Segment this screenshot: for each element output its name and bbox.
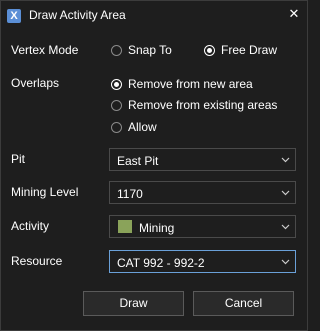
activity-color-swatch [118,220,132,233]
radio-free-draw[interactable]: Free Draw [204,42,277,58]
resource-select[interactable]: CAT 992 - 992-2 [109,250,296,273]
chevron-down-icon [281,224,290,230]
draw-activity-area-dialog: X Draw Activity Area ✕ Vertex Mode Snap … [0,0,308,331]
radio-circle [111,44,122,56]
activity-select-value: Mining [139,221,175,235]
close-button[interactable]: ✕ [281,1,307,27]
radio-circle [111,121,122,133]
radio-remove-from-new-area[interactable]: Remove from new area [111,76,253,92]
radio-snap-to[interactable]: Snap To [111,42,172,58]
chevron-down-icon [281,190,290,196]
app-icon: X [7,9,21,23]
radio-remove-from-existing-areas-label: Remove from existing areas [128,98,278,112]
pit-select[interactable]: East Pit [109,148,296,171]
overlaps-label: Overlaps [11,76,60,90]
radio-allow[interactable]: Allow [111,119,157,135]
mining-level-select[interactable]: 1170 [109,181,296,204]
chevron-down-icon [281,259,290,265]
draw-button[interactable]: Draw [83,291,184,316]
radio-remove-from-existing-areas[interactable]: Remove from existing areas [111,97,277,113]
mining-level-select-value: 1170 [117,187,143,201]
title-bar: X Draw Activity Area ✕ [1,1,307,31]
radio-circle [204,44,215,56]
radio-remove-from-new-area-label: Remove from new area [128,77,253,91]
activity-select[interactable]: Mining [109,215,296,238]
cancel-button[interactable]: Cancel [193,291,294,316]
radio-circle [111,99,122,111]
pit-select-value: East Pit [117,154,159,168]
radio-circle [111,78,122,90]
pit-label: Pit [11,152,26,166]
close-icon: ✕ [288,6,300,21]
chevron-down-icon [281,157,290,163]
resource-label: Resource [11,254,63,268]
mining-level-label: Mining Level [11,185,79,199]
radio-snap-to-label: Snap To [128,43,172,57]
radio-allow-label: Allow [128,120,157,134]
radio-free-draw-label: Free Draw [221,43,278,57]
activity-label: Activity [11,219,50,233]
window-title: Draw Activity Area [29,8,126,22]
vertex-mode-label: Vertex Mode [11,43,79,57]
resource-select-value: CAT 992 - 992-2 [117,256,205,270]
